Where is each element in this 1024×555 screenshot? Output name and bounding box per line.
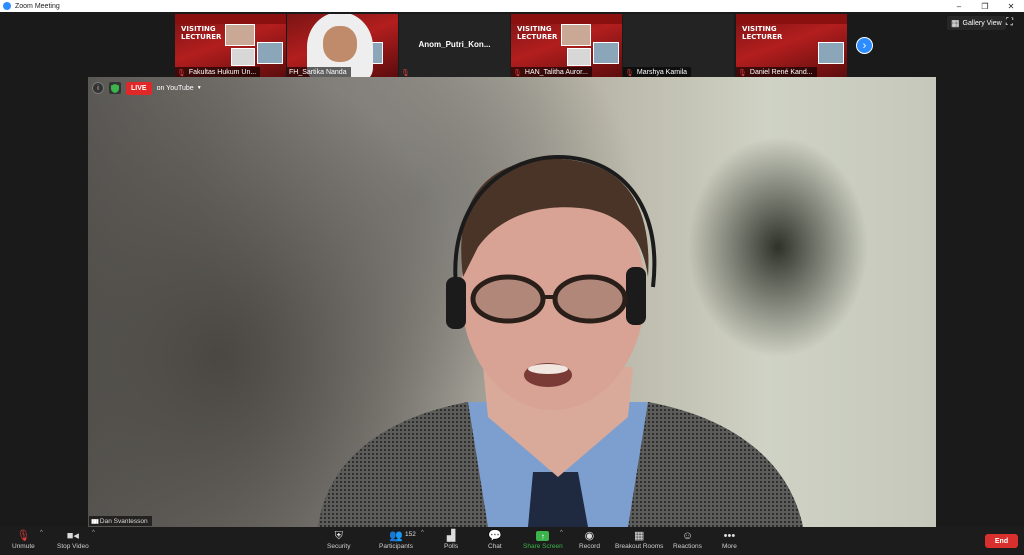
record-label: Record — [579, 543, 600, 550]
audio-options-caret-icon[interactable]: ^ — [40, 530, 43, 536]
caret-down-icon: ▼ — [196, 85, 202, 91]
polls-chart-icon: ▟ — [446, 530, 456, 542]
participant-name: HAN_Talitha Auror... — [524, 69, 588, 76]
close-button[interactable]: ✕ — [998, 0, 1024, 12]
participant-tile[interactable]: Anom_Putri_Kon... 🎙 — [399, 14, 510, 78]
next-page-arrow-icon[interactable]: › — [856, 37, 873, 54]
participant-name: Fakultas Hukum Un... — [188, 69, 257, 76]
minimize-button[interactable]: – — [946, 0, 972, 12]
poster-text: VISITING LECTURER — [742, 25, 783, 41]
gallery-view-label: Gallery View — [962, 19, 1002, 27]
fullscreen-icon[interactable]: ⛶ — [1006, 17, 1013, 28]
polls-label: Polls — [444, 543, 459, 550]
live-badge[interactable]: LIVE — [126, 81, 152, 95]
gallery-view-button[interactable]: ▦ Gallery View — [947, 16, 1006, 30]
record-icon: ◉ — [584, 530, 595, 542]
breakout-rooms-button[interactable]: ▦ Breakout Rooms — [615, 529, 663, 550]
participant-face — [323, 26, 357, 62]
poster-text: VISITING LECTURER — [517, 25, 558, 41]
participant-tile[interactable]: VISITING LECTURER 🎙 Daniel René Kand... — [736, 14, 847, 78]
speaker-figure — [318, 154, 803, 527]
stop-video-label: Stop Video — [57, 543, 89, 550]
unmute-label: Unmute — [12, 543, 35, 550]
share-screen-label: Share Screen — [523, 543, 563, 550]
poster-photo — [225, 24, 255, 46]
poster-photo — [257, 42, 283, 64]
record-button[interactable]: ◉ Record — [579, 529, 600, 550]
participants-options-caret-icon[interactable]: ^ — [421, 530, 424, 536]
participant-name: Anom_Putri_Kon... — [418, 40, 491, 49]
polls-button[interactable]: ▟ Polls — [444, 529, 458, 550]
muted-mic-icon: 🎙 — [738, 69, 747, 77]
more-label: More — [722, 543, 737, 550]
meeting-stage: VISITING LECTURER 🎙 Fakultas Hukum Un... F… — [0, 12, 1024, 527]
participant-name: Daniel René Kand... — [749, 69, 813, 76]
muted-mic-icon: 🎙 — [401, 69, 410, 77]
poster-photo — [567, 48, 591, 66]
participants-icon: 👥 — [389, 530, 403, 542]
security-label: Security — [327, 543, 351, 550]
poster-banner — [175, 14, 286, 24]
chat-button[interactable]: 💬 Chat — [488, 529, 502, 550]
share-screen-arrow-icon: ↑ — [536, 531, 550, 541]
grid-icon: ▦ — [951, 17, 960, 28]
video-options-caret-icon[interactable]: ^ — [92, 530, 95, 536]
participant-name: Marshya Kamila — [636, 69, 688, 76]
muted-mic-icon: 🎙 — [625, 69, 634, 77]
encryption-shield-icon[interactable] — [109, 82, 121, 94]
poster-banner — [736, 14, 847, 24]
window-title: Zoom Meeting — [15, 2, 60, 10]
breakout-rooms-grid-icon: ▦ — [634, 530, 645, 542]
poster-photo — [818, 42, 844, 64]
poster-text: VISITING LECTURER — [181, 25, 222, 41]
participant-tile[interactable]: 🎙 Marshya Kamila — [623, 14, 734, 78]
share-options-caret-icon[interactable]: ^ — [560, 530, 563, 536]
zoom-app-icon — [3, 2, 11, 10]
participants-label: Participants — [379, 543, 413, 550]
video-camera-icon: ■◂ — [66, 530, 79, 542]
title-bar: Zoom Meeting – ❐ ✕ — [0, 0, 1024, 12]
participants-count: 152 — [405, 531, 416, 538]
participant-tile[interactable]: FH_Sartika Nanda — [287, 14, 398, 78]
poster-photo — [593, 42, 619, 64]
reactions-button[interactable]: ☺ Reactions — [673, 529, 702, 550]
live-streaming-bar: i LIVE on YouTube ▼ — [92, 81, 202, 95]
live-destination-dropdown[interactable]: on YouTube ▼ — [157, 85, 202, 92]
info-icon[interactable]: i — [92, 82, 104, 94]
muted-mic-icon: 🎙 — [177, 69, 186, 77]
signal-strength-icon: ▮▮▮ — [91, 518, 99, 525]
more-dots-icon: ••• — [723, 530, 736, 542]
live-destination-label: on YouTube — [156, 84, 194, 92]
active-speaker-name: Dan Svantesson — [99, 517, 148, 525]
poster-photo — [231, 48, 255, 66]
share-screen-button[interactable]: ↑ Share Screen — [523, 529, 563, 550]
participant-tile[interactable]: VISITING LECTURER 🎙 HAN_Talitha Auror... — [511, 14, 622, 78]
meeting-toolbar: 🎙 Unmute ^ ■◂ Stop Video ^ ⛨ Security 👥 … — [0, 527, 1024, 555]
poster-photo — [561, 24, 591, 46]
muted-mic-icon: 🎙 — [513, 69, 522, 77]
window-controls: – ❐ ✕ — [946, 0, 1024, 12]
restore-button[interactable]: ❐ — [972, 0, 998, 12]
chat-bubble-icon: 💬 — [488, 530, 502, 542]
more-button[interactable]: ••• More — [722, 529, 737, 550]
participant-name: FH_Sartika Nanda — [289, 69, 347, 76]
active-speaker-video — [88, 77, 936, 527]
unmute-button[interactable]: 🎙 Unmute — [12, 529, 35, 550]
poster-banner — [511, 14, 622, 24]
muted-microphone-icon: 🎙 — [16, 530, 31, 542]
active-speaker-name-label: ▮▮▮ Dan Svantesson — [89, 516, 152, 526]
security-button[interactable]: ⛨ Security — [327, 529, 350, 550]
breakout-rooms-label: Breakout Rooms — [615, 543, 664, 550]
reactions-label: Reactions — [673, 543, 702, 550]
participant-tile[interactable]: VISITING LECTURER 🎙 Fakultas Hukum Un... — [175, 14, 286, 78]
shield-icon: ⛨ — [334, 530, 343, 542]
stop-video-button[interactable]: ■◂ Stop Video — [57, 529, 89, 550]
end-meeting-button[interactable]: End — [985, 534, 1018, 548]
smiley-icon: ☺ — [681, 530, 694, 542]
chat-label: Chat — [488, 543, 502, 550]
